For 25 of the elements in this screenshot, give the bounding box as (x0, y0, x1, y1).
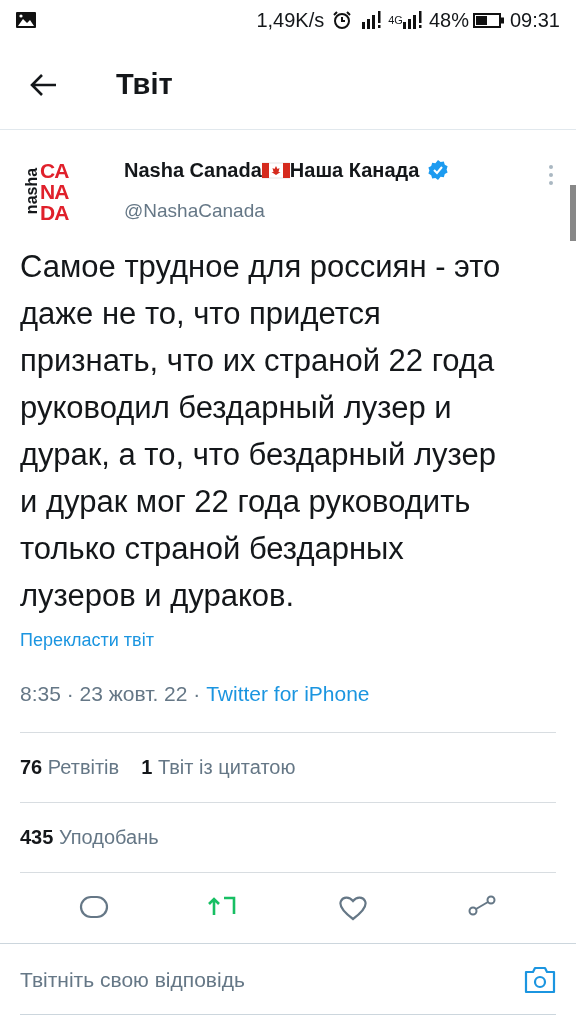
network-speed: 1,49K/s (256, 8, 325, 33)
stat-count[interactable]: 1 Твіт із цитатою (141, 752, 296, 782)
back-arrow-icon (30, 72, 58, 97)
network-type: 4G (388, 12, 403, 28)
battery-percent: 48% (428, 8, 469, 33)
signal-icon (402, 11, 423, 29)
author-handle: @NashaCanada (124, 199, 266, 223)
author-name: Наша Канада (289, 158, 420, 183)
like-icon[interactable] (338, 894, 369, 921)
author-name: Nasha Canada (124, 158, 262, 183)
scrollbar (570, 185, 576, 241)
battery-icon (472, 12, 504, 28)
stat-count[interactable]: 76 Ретвітів (20, 752, 120, 782)
likes-count[interactable]: 435 Уподобань (20, 822, 159, 852)
reply-icon[interactable] (79, 894, 110, 921)
tweet-text: Самое трудное для россиян - это даже не то, что придется признать, что их страной 22 года руководил бездарный лузер и дурак, а то, что бездарный лузер и дурак мог 22 года руководить только страной бездарных лузеров и дураков. (19, 248, 502, 615)
clock: 09:31 (509, 8, 560, 33)
reply-field[interactable]: Твітніть свою відповідь (20, 954, 504, 1005)
signal-icon (362, 11, 383, 29)
tweet-timestamp: 8:35 · 23 жовт. 22 · (20, 681, 202, 707)
page-title: Твіт (116, 66, 173, 102)
image-icon (16, 12, 36, 28)
alarm-icon (332, 10, 353, 30)
flag-icon (261, 160, 290, 180)
camera-icon (524, 964, 556, 995)
